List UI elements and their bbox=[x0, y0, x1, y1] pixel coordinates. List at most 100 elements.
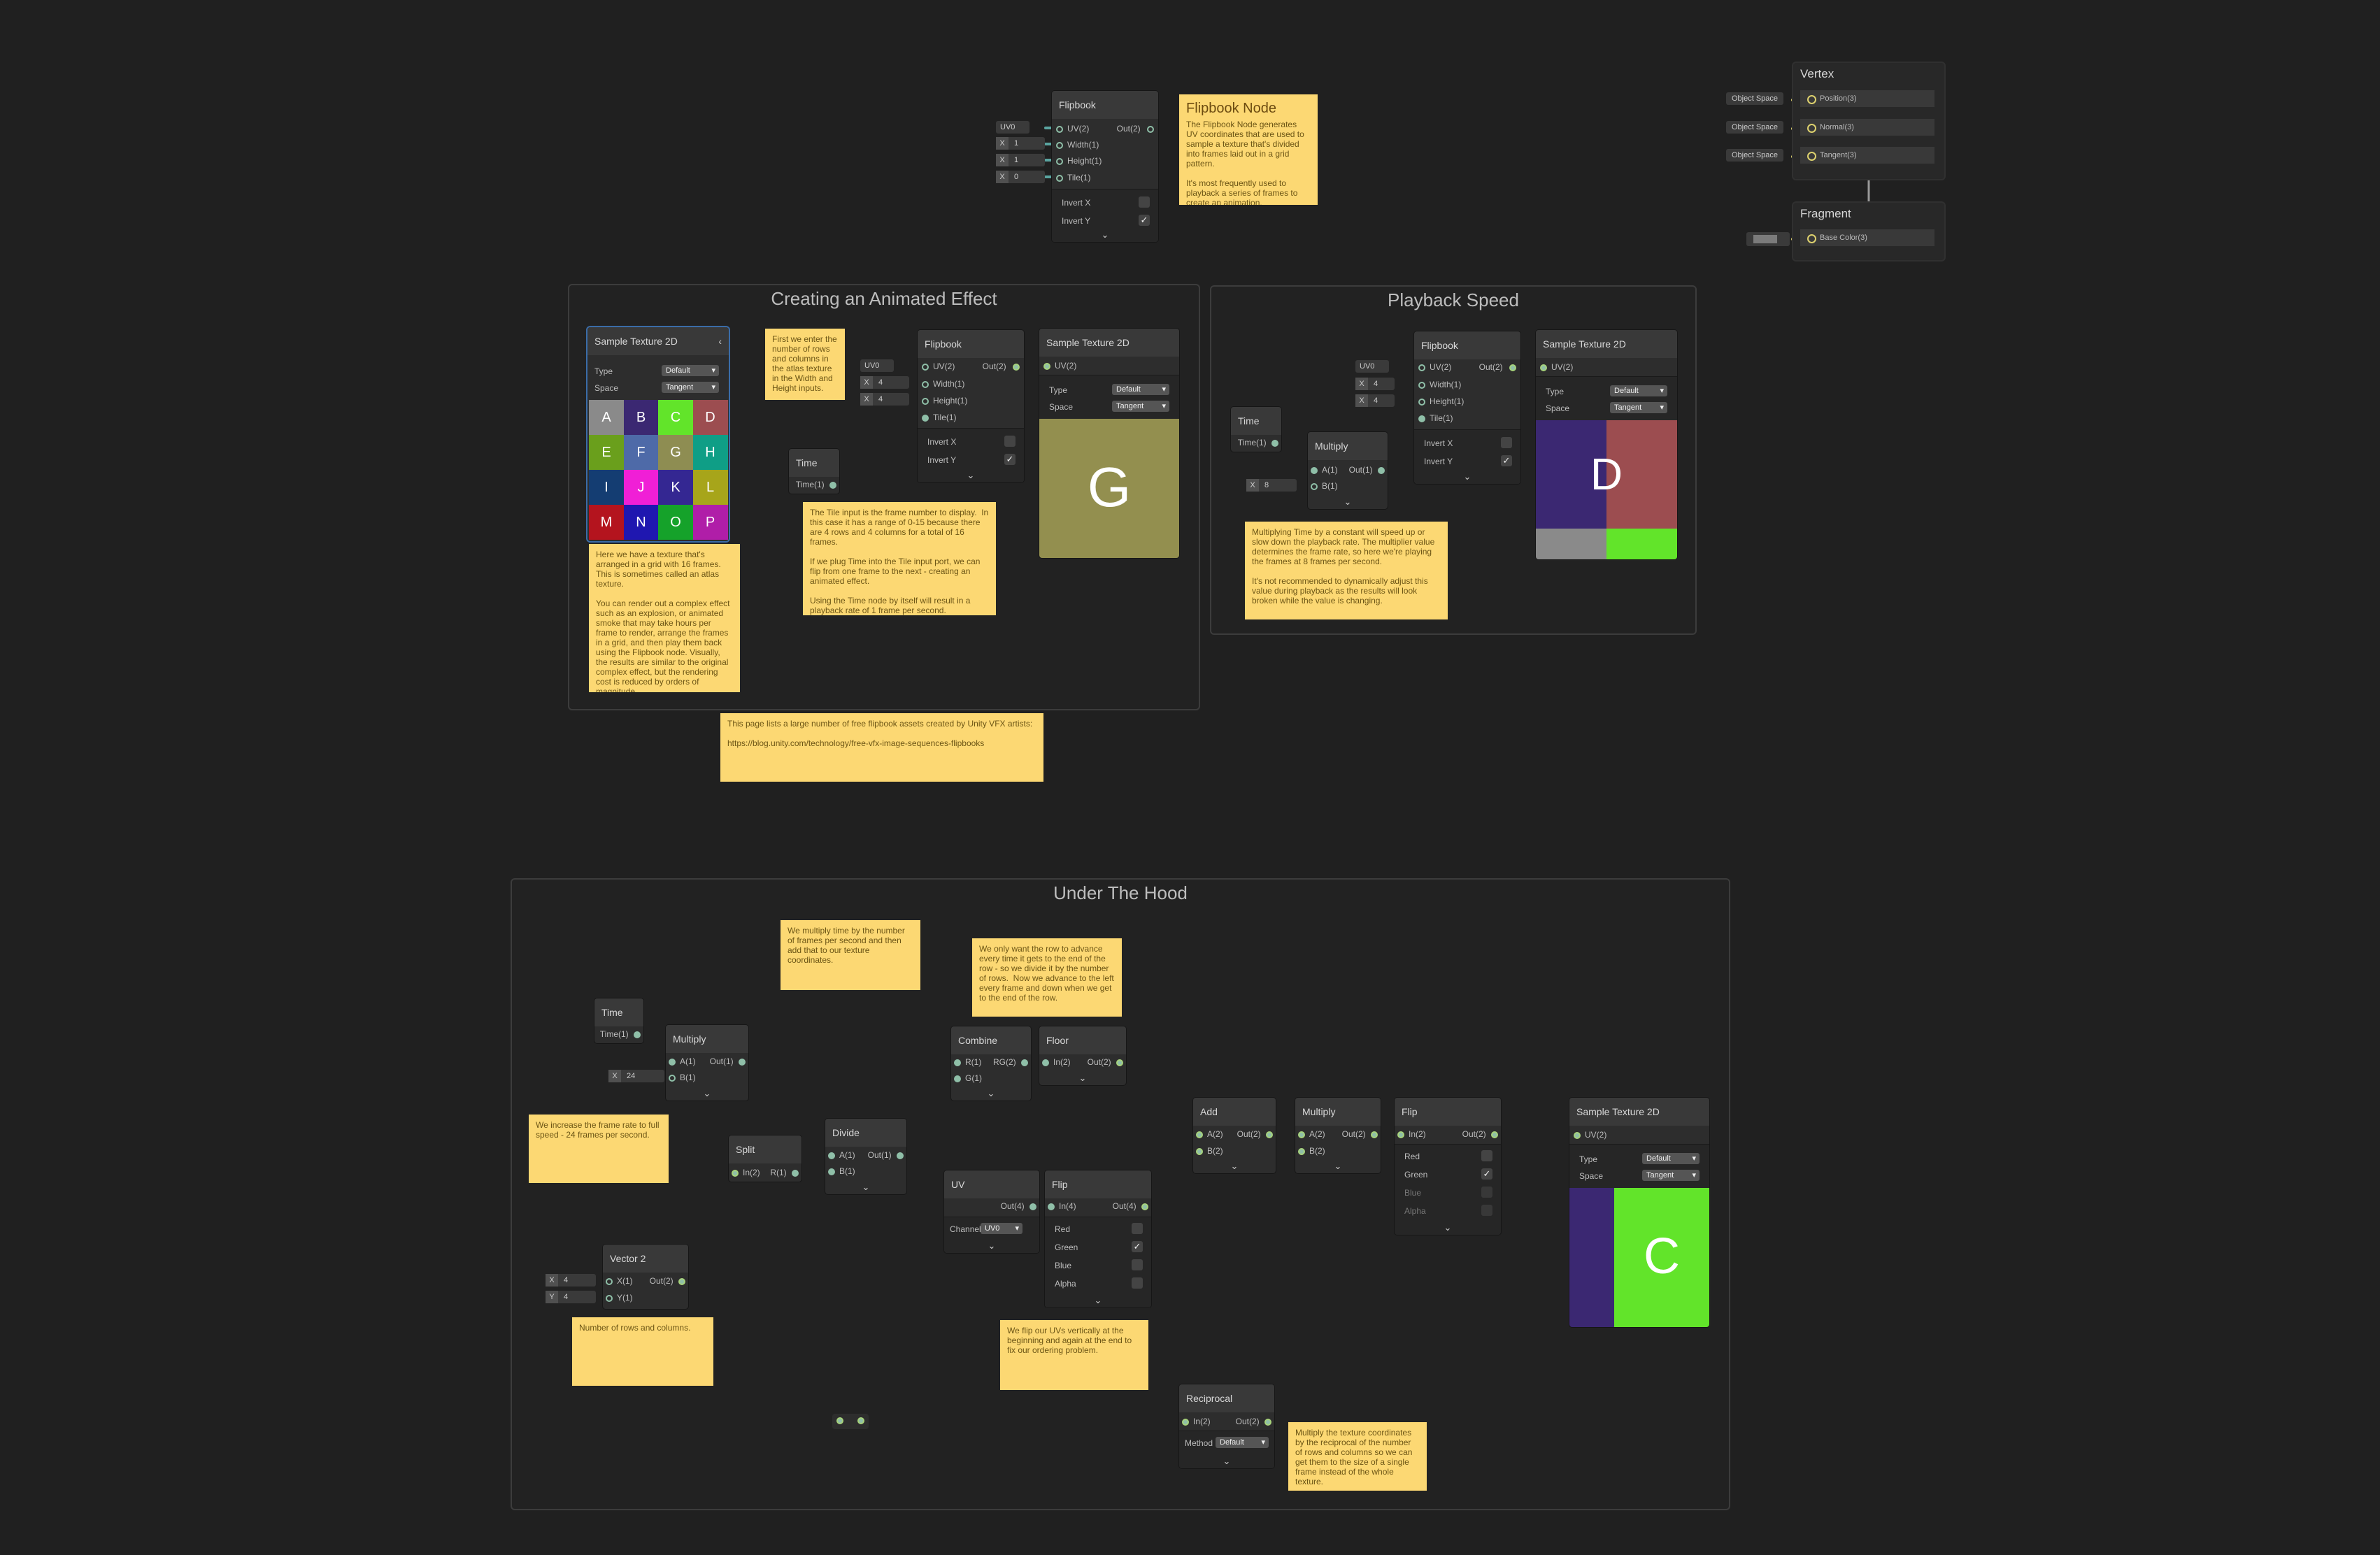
input-port-uv[interactable]: UV(2) bbox=[922, 361, 955, 371]
input-port-height[interactable]: Height(1) bbox=[1056, 156, 1102, 166]
space-dropdown[interactable]: Tangent bbox=[1642, 1170, 1700, 1181]
red-checkbox[interactable] bbox=[1481, 1150, 1492, 1161]
input-port-in[interactable]: In(2) bbox=[1042, 1057, 1071, 1067]
sticky-note-atlas[interactable]: Here we have a texture that's arranged i… bbox=[589, 544, 740, 692]
output-port[interactable]: Time(1) bbox=[1238, 438, 1278, 447]
channel-dropdown[interactable]: UV0 bbox=[981, 1223, 1022, 1234]
sticky-note-row[interactable]: We only want the row to advance every ti… bbox=[972, 938, 1122, 1017]
vector-x-field[interactable]: X4 bbox=[546, 1274, 596, 1287]
input-port-x[interactable]: X(1) bbox=[606, 1276, 633, 1286]
width-field[interactable]: X4 bbox=[1355, 378, 1395, 390]
invert-x-checkbox[interactable] bbox=[1004, 436, 1016, 447]
input-port-a[interactable]: A(1) bbox=[1311, 465, 1338, 475]
sticky-note-tile[interactable]: The Tile input is the frame number to di… bbox=[803, 502, 996, 615]
collapse-arrow-icon[interactable]: ‹ bbox=[718, 336, 722, 347]
output-port[interactable]: Out(2) bbox=[650, 1276, 685, 1286]
output-port[interactable]: Out(2) bbox=[1342, 1129, 1378, 1139]
flipbook-node[interactable]: Flipbook UV(2) Width(1) Height(1) Tile(1… bbox=[1052, 91, 1158, 242]
multiply-node[interactable]: Multiply A(1) B(1) Out(1) ⌄ bbox=[1308, 432, 1388, 509]
sample-texture-node[interactable]: Sample Texture 2D UV(2) Type Default Spa… bbox=[1536, 330, 1677, 559]
output-port[interactable]: Out(1) bbox=[868, 1150, 904, 1160]
output-port[interactable]: Out(4) bbox=[1113, 1201, 1148, 1211]
sample-texture-node[interactable]: Sample Texture 2D ‹ Type Default Space T… bbox=[587, 327, 729, 541]
time-node[interactable]: Time Time(1) bbox=[594, 998, 643, 1043]
input-port-width[interactable]: Width(1) bbox=[1056, 140, 1099, 150]
input-port-a[interactable]: A(2) bbox=[1196, 1129, 1223, 1139]
input-port-b[interactable]: B(1) bbox=[1311, 481, 1338, 491]
normal-slot[interactable]: Normal(3) bbox=[1800, 119, 1934, 136]
input-port-tile[interactable]: Tile(1) bbox=[922, 413, 957, 422]
collapse-chevron-icon[interactable]: ⌄ bbox=[1395, 1222, 1501, 1233]
input-port-g[interactable]: G(1) bbox=[954, 1073, 982, 1083]
input-port-in[interactable]: In(2) bbox=[1397, 1129, 1426, 1139]
input-port-width[interactable]: Width(1) bbox=[922, 379, 964, 389]
input-port-b[interactable]: B(1) bbox=[669, 1073, 696, 1082]
height-field[interactable]: X1 bbox=[996, 154, 1045, 166]
multiply-node[interactable]: Multiply A(1) B(1) Out(1) ⌄ bbox=[666, 1025, 748, 1101]
vector2-node[interactable]: Vector 2 X(1) Y(1) Out(2) bbox=[603, 1245, 688, 1309]
output-port[interactable]: Out(2) bbox=[983, 361, 1020, 371]
collapse-chevron-icon[interactable]: ⌄ bbox=[1179, 1456, 1274, 1467]
tangent-slot[interactable]: Tangent(3) bbox=[1800, 147, 1934, 164]
green-checkbox[interactable]: ✓ bbox=[1481, 1168, 1492, 1180]
input-port-uv[interactable]: UV(2) bbox=[1056, 124, 1089, 134]
sticky-note-multiply[interactable]: We multiply time by the number of frames… bbox=[781, 920, 920, 990]
sticky-note-rowscols[interactable]: Number of rows and columns. bbox=[572, 1317, 713, 1386]
vector-y-field[interactable]: Y4 bbox=[546, 1291, 596, 1303]
input-port-in[interactable]: In(2) bbox=[1182, 1417, 1211, 1426]
output-port[interactable]: Time(1) bbox=[600, 1029, 641, 1039]
method-dropdown[interactable]: Default bbox=[1216, 1437, 1269, 1448]
space-dropdown[interactable]: Tangent bbox=[1112, 401, 1169, 412]
invert-x-checkbox[interactable] bbox=[1501, 437, 1512, 448]
invert-y-checkbox[interactable]: ✓ bbox=[1139, 215, 1150, 226]
multiplier-field[interactable]: X 24 bbox=[608, 1070, 664, 1082]
height-field[interactable]: X4 bbox=[860, 393, 909, 406]
blue-checkbox[interactable] bbox=[1481, 1187, 1492, 1198]
collapse-chevron-icon[interactable]: ⌄ bbox=[1414, 471, 1520, 482]
multiply-node[interactable]: Multiply A(2) B(2) Out(2) ⌄ bbox=[1295, 1098, 1381, 1173]
input-port-uv[interactable]: UV(2) bbox=[1043, 361, 1076, 371]
input-port-uv[interactable]: UV(2) bbox=[1418, 362, 1451, 372]
fragment-context[interactable]: Fragment Base Color(3) bbox=[1792, 201, 1946, 261]
invert-y-checkbox[interactable]: ✓ bbox=[1004, 454, 1016, 465]
combine-node[interactable]: Combine R(1) G(1) RG(2) ⌄ bbox=[951, 1026, 1031, 1101]
input-port-tile[interactable]: Tile(1) bbox=[1056, 173, 1091, 182]
type-dropdown[interactable]: Default bbox=[1642, 1153, 1700, 1164]
floor-node[interactable]: Floor In(2) Out(2) ⌄ bbox=[1039, 1026, 1126, 1085]
collapse-chevron-icon[interactable]: ⌄ bbox=[1193, 1161, 1276, 1172]
output-port[interactable]: Out(2) bbox=[1117, 124, 1154, 134]
uv-channel-field[interactable]: UV0 bbox=[860, 359, 894, 372]
red-checkbox[interactable] bbox=[1132, 1223, 1143, 1234]
position-slot[interactable]: Position(3) bbox=[1800, 90, 1934, 107]
tile-field[interactable]: X0 bbox=[996, 171, 1045, 183]
collapse-chevron-icon[interactable]: ⌄ bbox=[1295, 1161, 1381, 1172]
uv-node[interactable]: UV Out(4) Channel UV0 ⌄ bbox=[944, 1170, 1039, 1253]
sticky-note-rows[interactable]: First we enter the number of rows and co… bbox=[765, 329, 845, 400]
alpha-checkbox[interactable] bbox=[1132, 1277, 1143, 1289]
collapse-chevron-icon[interactable]: ⌄ bbox=[1308, 496, 1388, 508]
input-port-height[interactable]: Height(1) bbox=[1418, 396, 1464, 406]
alpha-checkbox[interactable] bbox=[1481, 1205, 1492, 1216]
collapse-chevron-icon[interactable]: ⌄ bbox=[825, 1182, 906, 1193]
uv-channel-field[interactable]: UV0 bbox=[1355, 360, 1389, 373]
output-port[interactable]: Out(2) bbox=[1088, 1057, 1123, 1067]
sample-texture-node[interactable]: Sample Texture 2D UV(2) Type Default Spa… bbox=[1039, 329, 1179, 558]
flip-node[interactable]: Flip In(4) Out(4) Red Green ✓ Blue Alpha… bbox=[1045, 1170, 1151, 1307]
time-node[interactable]: Time Time(1) bbox=[1231, 407, 1281, 452]
sticky-note-playback[interactable]: Multiplying Time by a constant will spee… bbox=[1245, 522, 1448, 619]
collapse-chevron-icon[interactable]: ⌄ bbox=[944, 1240, 1039, 1252]
sticky-note-rate[interactable]: We increase the frame rate to full speed… bbox=[529, 1115, 669, 1183]
output-port[interactable]: Out(2) bbox=[1236, 1417, 1271, 1426]
collapse-chevron-icon[interactable]: ⌄ bbox=[1045, 1295, 1151, 1306]
output-port[interactable]: RG(2) bbox=[993, 1057, 1028, 1067]
invert-y-checkbox[interactable]: ✓ bbox=[1501, 455, 1512, 466]
input-port-b[interactable]: B(2) bbox=[1196, 1146, 1223, 1156]
output-port[interactable]: Out(2) bbox=[1462, 1129, 1498, 1139]
input-port-in[interactable]: In(2) bbox=[732, 1168, 760, 1177]
vertex-context[interactable]: Vertex Position(3) Normal(3) Tangent(3) bbox=[1792, 62, 1946, 180]
sample-texture-node[interactable]: Sample Texture 2D UV(2) Type Default Spa… bbox=[1569, 1098, 1709, 1327]
color-swatch-field[interactable] bbox=[1746, 232, 1790, 246]
redirect-node[interactable] bbox=[832, 1414, 869, 1429]
output-port[interactable]: Out(4) bbox=[1001, 1201, 1036, 1211]
output-port[interactable]: Out(2) bbox=[1237, 1129, 1273, 1139]
